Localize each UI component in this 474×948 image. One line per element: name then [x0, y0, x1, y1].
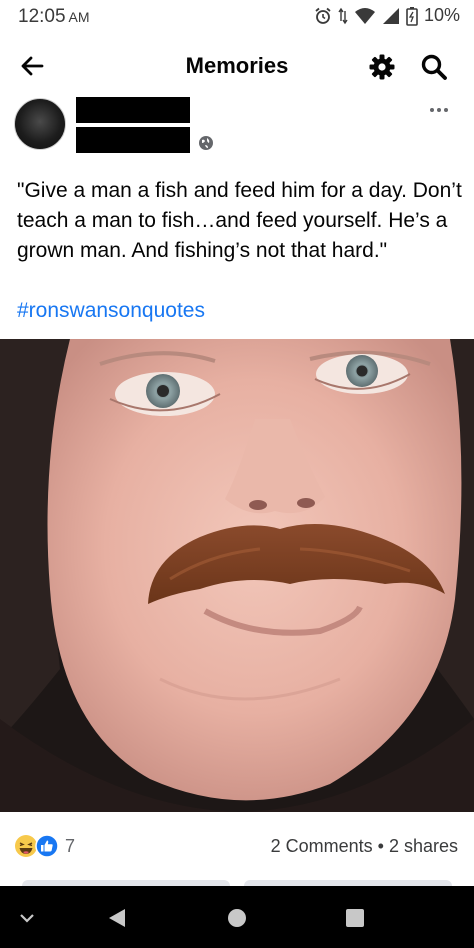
- chevron-down-icon: [20, 914, 34, 923]
- reactions-summary[interactable]: 7: [14, 834, 75, 858]
- post-text: "Give a man a fish and feed him for a da…: [17, 179, 462, 262]
- hashtag-link[interactable]: #ronswansonquotes: [17, 296, 205, 326]
- search-button[interactable]: [415, 48, 453, 86]
- battery-icon: [406, 6, 418, 26]
- memories-header: Memories: [0, 34, 474, 98]
- triangle-back-icon: [109, 909, 125, 927]
- post-header: [0, 97, 474, 164]
- status-icons: 10%: [314, 5, 460, 26]
- comments-shares-summary[interactable]: 2 Comments • 2 shares: [271, 836, 458, 857]
- status-bar: 12:05 AM 10%: [0, 0, 474, 34]
- redacted-name: [76, 97, 190, 123]
- like-reaction-icon: [35, 834, 59, 858]
- post-photo[interactable]: [0, 339, 474, 812]
- alarm-icon: [315, 7, 331, 24]
- search-icon: [421, 54, 447, 80]
- status-time-ampm: AM: [68, 9, 90, 25]
- system-nav-bar: [0, 886, 474, 948]
- more-dots-icon: [444, 108, 448, 112]
- circle-home-icon: [228, 909, 246, 927]
- square-recents-icon: [346, 909, 364, 927]
- nav-back-button[interactable]: [104, 905, 130, 931]
- data-arrows-icon: [338, 7, 348, 24]
- nav-home-button[interactable]: [224, 905, 250, 931]
- status-time-value: 12:05: [18, 6, 66, 27]
- signal-icon: [382, 7, 399, 24]
- gear-icon: [369, 54, 395, 80]
- page-title: Memories: [185, 53, 289, 78]
- settings-button[interactable]: [364, 49, 400, 85]
- reaction-count: 7: [65, 835, 76, 856]
- wifi-icon: [354, 7, 375, 24]
- nav-collapse-button[interactable]: [14, 905, 40, 931]
- battery-percent: 10%: [423, 5, 460, 25]
- status-time: 12:05 AM: [18, 6, 90, 28]
- more-dots-icon: [430, 108, 434, 112]
- avatar[interactable]: [14, 98, 66, 150]
- globe-icon: [199, 136, 213, 150]
- more-dots-icon: [437, 108, 441, 112]
- more-options-button[interactable]: [424, 100, 454, 120]
- redacted-name-line-2: [76, 127, 190, 153]
- post-photo-image: [0, 339, 474, 812]
- nav-recents-button[interactable]: [342, 905, 368, 931]
